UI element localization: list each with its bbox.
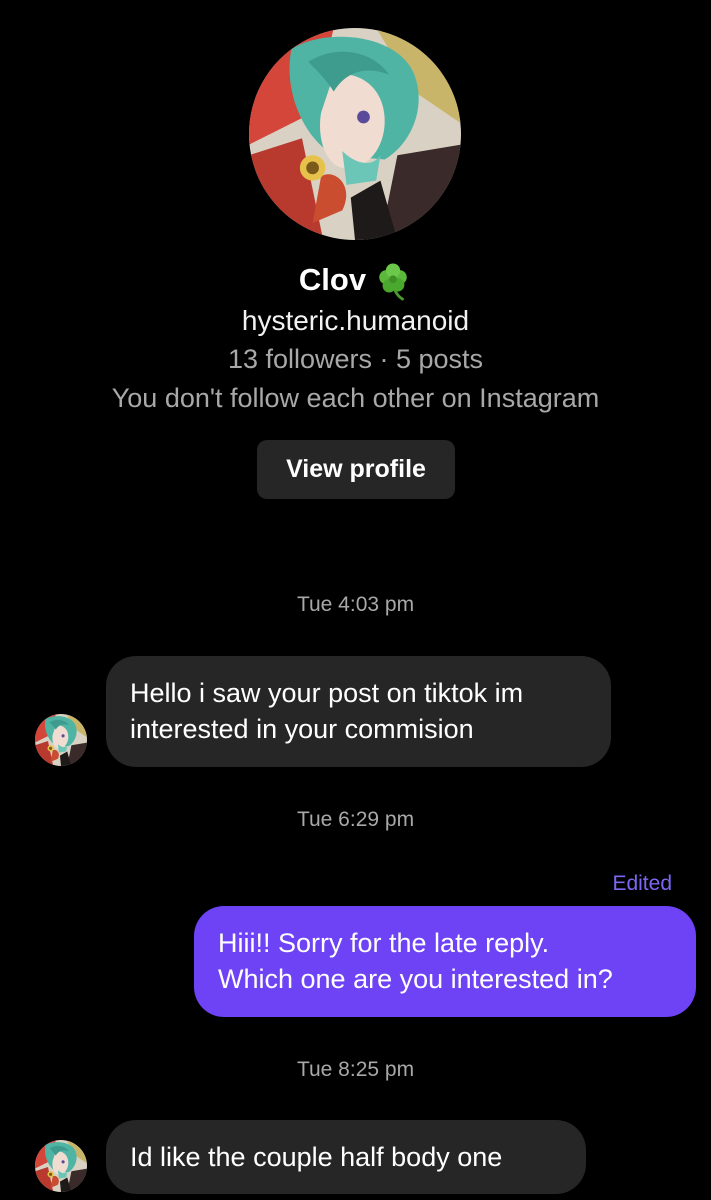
profile-display-name: Clov: [298, 262, 367, 297]
profile-stats: 13 followers · 5 posts: [227, 344, 484, 374]
avatar-image: [35, 714, 87, 766]
message-line: Hiii!! Sorry for the late reply.: [218, 928, 550, 958]
message-line: Id like the couple half body one: [130, 1142, 503, 1172]
sender-avatar[interactable]: [35, 714, 87, 766]
timestamp: Tue 6:29 pm: [296, 808, 415, 831]
shamrock-icon: [374, 263, 412, 301]
message-line: interested in your commision: [130, 714, 474, 744]
avatar-image: [249, 28, 461, 240]
message-line: Hello i saw your post on tiktok im: [130, 678, 524, 708]
profile-avatar[interactable]: [249, 28, 461, 240]
incoming-message[interactable]: Id like the couple half body one: [106, 1120, 586, 1194]
timestamp: Tue 8:25 pm: [296, 1058, 415, 1081]
edited-label[interactable]: Edited: [612, 870, 672, 898]
avatar-image: [35, 1140, 87, 1192]
follow-status-note: You don't follow each other on Instagram: [111, 383, 600, 413]
sender-avatar[interactable]: [35, 1140, 87, 1192]
profile-username: hysteric.humanoid: [241, 305, 470, 336]
incoming-message[interactable]: Hello i saw your post on tiktok im inter…: [106, 656, 611, 767]
profile-name-row: Clov: [0, 260, 711, 301]
timestamp: Tue 4:03 pm: [296, 593, 415, 616]
outgoing-message[interactable]: Hiii!! Sorry for the late reply. Which o…: [194, 906, 696, 1017]
message-line: Which one are you interested in?: [218, 964, 613, 994]
profile-header: Clov hysteric.humanoid 13 followers · 5 …: [0, 0, 711, 520]
view-profile-button[interactable]: View profile: [257, 440, 455, 499]
